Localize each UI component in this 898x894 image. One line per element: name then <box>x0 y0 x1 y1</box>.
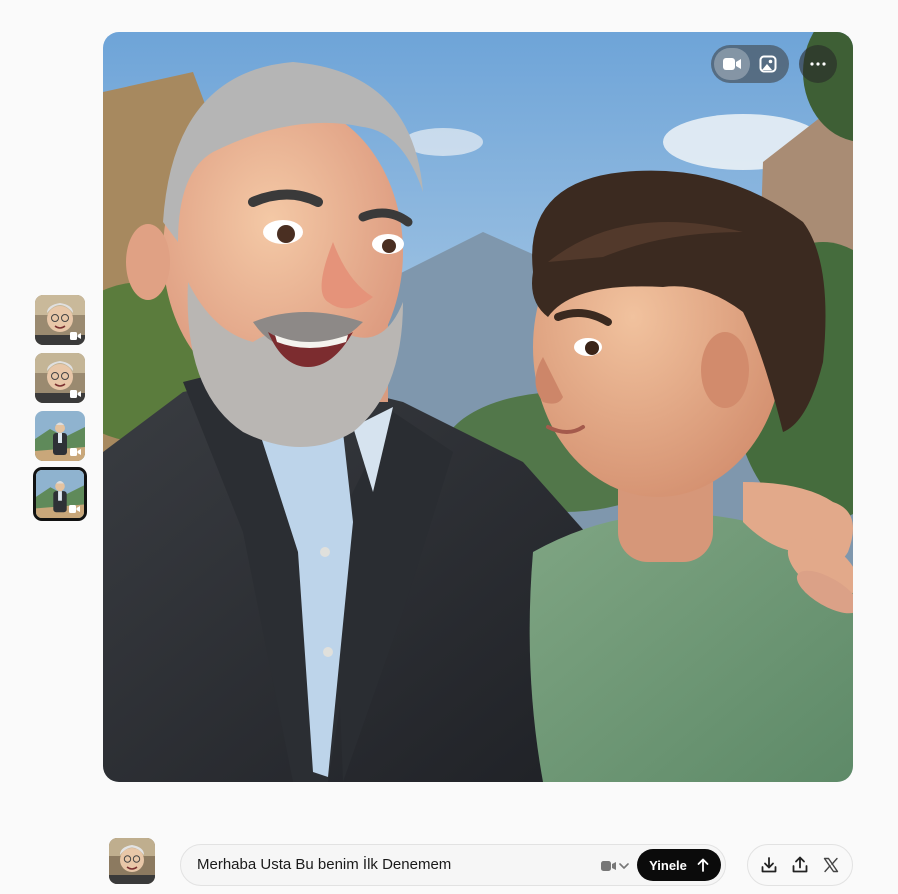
chevron-down-icon <box>619 863 629 869</box>
download-icon <box>761 857 777 873</box>
thumbnail-1[interactable] <box>35 295 85 345</box>
regenerate-label: Yinele <box>649 857 687 873</box>
video-toggle-button[interactable] <box>714 48 750 80</box>
video-icon <box>723 58 741 70</box>
share-to-x-button[interactable] <box>820 854 842 876</box>
media-type-toggle <box>711 45 789 83</box>
video-badge-icon <box>69 505 80 513</box>
avatar-image <box>109 838 155 884</box>
thumbnail-3[interactable] <box>35 411 85 461</box>
prompt-bar: Merhaba Usta Bu benim İlk Denemem Yinele <box>180 844 726 886</box>
prompt-input[interactable]: Merhaba Usta Bu benim İlk Denemem <box>197 856 451 873</box>
video-badge-icon <box>70 390 81 398</box>
arrow-up-icon <box>697 858 709 872</box>
action-bar <box>747 844 853 886</box>
video-icon <box>601 861 616 871</box>
main-image-viewer[interactable] <box>103 32 853 782</box>
source-image-avatar[interactable] <box>109 838 155 884</box>
image-icon <box>759 55 777 73</box>
generation-mode-dropdown[interactable] <box>601 857 635 875</box>
image-toggle-button[interactable] <box>750 48 786 80</box>
x-logo-icon <box>823 857 838 873</box>
generated-image <box>103 32 853 782</box>
share-button[interactable] <box>789 854 811 876</box>
more-horizontal-icon <box>810 62 826 66</box>
share-icon <box>792 856 808 873</box>
more-options-button[interactable] <box>799 45 837 83</box>
video-badge-icon <box>70 332 81 340</box>
video-badge-icon <box>70 448 81 456</box>
download-button[interactable] <box>758 854 780 876</box>
thumbnail-4-selected[interactable] <box>33 467 87 521</box>
thumbnail-2[interactable] <box>35 353 85 403</box>
regenerate-button[interactable]: Yinele <box>637 849 721 881</box>
